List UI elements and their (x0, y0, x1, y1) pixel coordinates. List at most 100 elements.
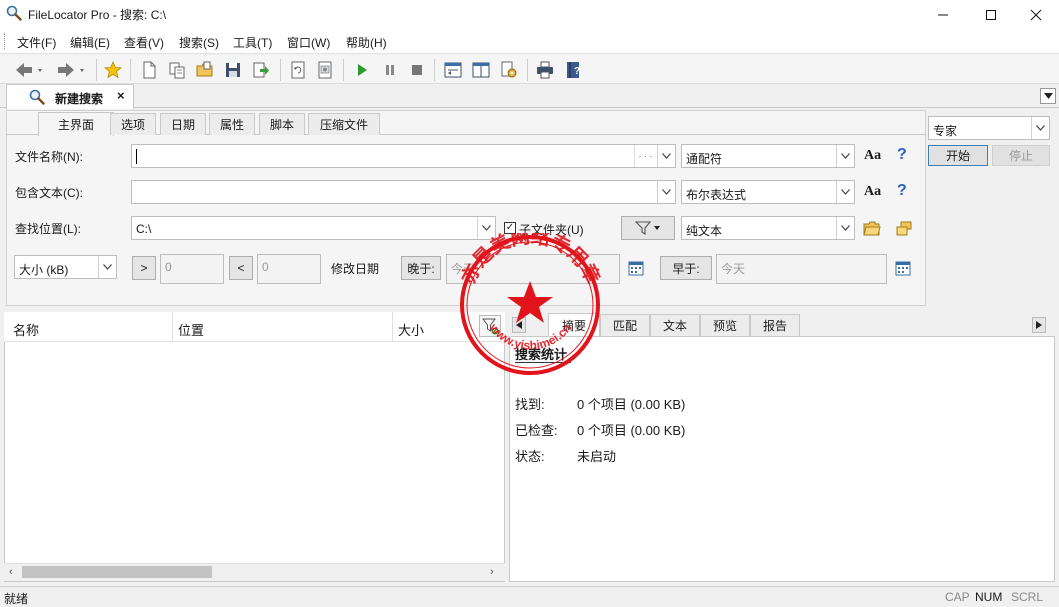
scrollbar-thumb[interactable] (22, 566, 212, 578)
tab-date[interactable]: 日期 (160, 113, 206, 135)
tab-text[interactable]: 文本 (650, 314, 700, 336)
filename-mode-select[interactable]: 通配符 (681, 144, 855, 168)
document-refresh-icon (291, 61, 305, 79)
menu-search[interactable]: 搜索(S) (179, 34, 219, 51)
content-history-dropdown[interactable] (657, 181, 675, 203)
export-button[interactable] (250, 59, 272, 81)
favorites-button[interactable] (102, 59, 124, 81)
chevron-down-icon (103, 264, 112, 270)
tab-options[interactable]: 选项 (110, 113, 156, 135)
size-unit-dropdown[interactable] (98, 256, 116, 278)
start-button[interactable]: 开始 (928, 145, 988, 166)
less-than-button[interactable]: < (229, 256, 253, 280)
filename-mode-dropdown[interactable] (836, 145, 854, 167)
case-sensitive-content-toggle[interactable]: Aa (864, 184, 881, 200)
filename-browse-button[interactable]: · · · (634, 145, 656, 167)
location-mode-dropdown[interactable] (836, 217, 854, 239)
menu-file[interactable]: 文件(F) (17, 34, 56, 51)
window-title: FileLocator Pro - 搜索: C:\ (28, 8, 167, 22)
refresh-list-button[interactable] (287, 59, 309, 81)
after-button[interactable]: 晚于: (401, 256, 441, 280)
column-separator[interactable] (172, 312, 173, 342)
menu-help[interactable]: 帮助(H) (346, 34, 387, 51)
maximize-button[interactable] (968, 0, 1014, 29)
before-date-input[interactable]: 今天 (716, 254, 887, 284)
column-name[interactable]: 名称 (13, 320, 39, 339)
open-button[interactable] (194, 59, 216, 81)
location-mode-select[interactable]: 纯文本 (681, 216, 855, 240)
image-view-button[interactable] (314, 59, 336, 81)
location-input[interactable]: C:\ (131, 216, 496, 240)
tab-list-dropdown[interactable] (1040, 88, 1056, 104)
back-button[interactable] (12, 59, 46, 81)
start-search-button[interactable] (351, 59, 373, 81)
results-list[interactable] (4, 312, 505, 582)
greater-than-button[interactable]: > (132, 256, 156, 280)
menu-bar: 文件(F) 编辑(E) 查看(V) 搜索(S) 工具(T) 窗口(W) 帮助(H… (0, 29, 1059, 54)
close-window-button[interactable] (1013, 0, 1059, 29)
filename-history-dropdown[interactable] (657, 145, 675, 167)
copy-criteria-button[interactable] (166, 59, 188, 81)
content-help-icon[interactable]: ? (897, 182, 907, 200)
mode-select[interactable]: 专家 (928, 116, 1050, 140)
calendar-icon[interactable] (628, 260, 644, 276)
before-button[interactable]: 早于: (660, 256, 712, 280)
tab-preview[interactable]: 预览 (700, 314, 750, 336)
layout-button-1[interactable] (442, 59, 464, 81)
chevron-down-icon (482, 225, 491, 231)
forward-button[interactable] (54, 59, 88, 81)
tab-main[interactable]: 主界面 (38, 112, 114, 136)
options-button[interactable] (498, 59, 520, 81)
location-label: 查找位置(L): (15, 222, 82, 236)
menu-edit[interactable]: 编辑(E) (70, 34, 110, 51)
browse-folder-icon[interactable] (863, 221, 881, 237)
calendar-icon[interactable] (895, 260, 911, 276)
menu-tools[interactable]: 工具(T) (233, 34, 272, 51)
scroll-right-icon[interactable]: › (490, 566, 494, 578)
mode-dropdown[interactable] (1031, 117, 1049, 139)
search-icon (29, 89, 45, 105)
save-disk-icon (226, 63, 240, 77)
tab-attributes[interactable]: 属性 (209, 113, 255, 135)
menu-window[interactable]: 窗口(W) (287, 34, 330, 51)
stop-button[interactable]: 停止 (992, 145, 1050, 166)
column-size[interactable]: 大小 (398, 320, 424, 339)
help-book-button[interactable]: ? (562, 59, 584, 81)
size-unit-select[interactable]: 大小 (kB) (14, 255, 117, 279)
size-max-input[interactable]: 0 (257, 254, 321, 284)
location-filter-button[interactable] (621, 216, 675, 240)
scroll-lock-indicator: SCRL (1011, 590, 1044, 604)
chevron-down-icon (1043, 93, 1053, 99)
tab-script[interactable]: 脚本 (259, 113, 305, 135)
column-location[interactable]: 位置 (178, 320, 204, 339)
case-sensitive-filename-toggle[interactable]: Aa (864, 148, 881, 164)
print-button[interactable] (534, 59, 556, 81)
pause-search-button[interactable] (379, 59, 401, 81)
content-mode-dropdown[interactable] (836, 181, 854, 203)
layout-button-2[interactable] (470, 59, 492, 81)
document-tab[interactable]: 新建搜索 × (6, 84, 134, 109)
save-button[interactable] (222, 59, 244, 81)
content-mode-select[interactable]: 布尔表达式 (681, 180, 855, 204)
column-separator[interactable] (392, 312, 393, 342)
before-date-value: 今天 (721, 262, 746, 276)
content-input[interactable] (131, 180, 676, 204)
tabs-scroll-right-button[interactable] (1032, 317, 1046, 333)
caps-lock-indicator: CAP (945, 590, 970, 604)
minimize-button[interactable] (920, 0, 966, 29)
multiple-folders-icon[interactable] (895, 221, 913, 237)
stop-search-button[interactable] (406, 59, 428, 81)
filename-label: 文件名称(N): (15, 150, 83, 164)
scroll-left-icon[interactable]: ‹ (9, 566, 13, 578)
split-layout-icon (472, 62, 490, 78)
new-document-icon (143, 61, 156, 79)
close-tab-button[interactable]: × (117, 88, 125, 103)
filename-input[interactable]: · · · (131, 144, 676, 168)
modified-date-label: 修改日期 (331, 262, 380, 276)
new-button[interactable] (138, 59, 160, 81)
tab-archives[interactable]: 压缩文件 (308, 113, 380, 135)
size-min-input[interactable]: 0 (160, 254, 224, 284)
tab-report[interactable]: 报告 (750, 314, 800, 336)
filename-help-icon[interactable]: ? (897, 146, 907, 164)
menu-view[interactable]: 查看(V) (124, 34, 164, 51)
